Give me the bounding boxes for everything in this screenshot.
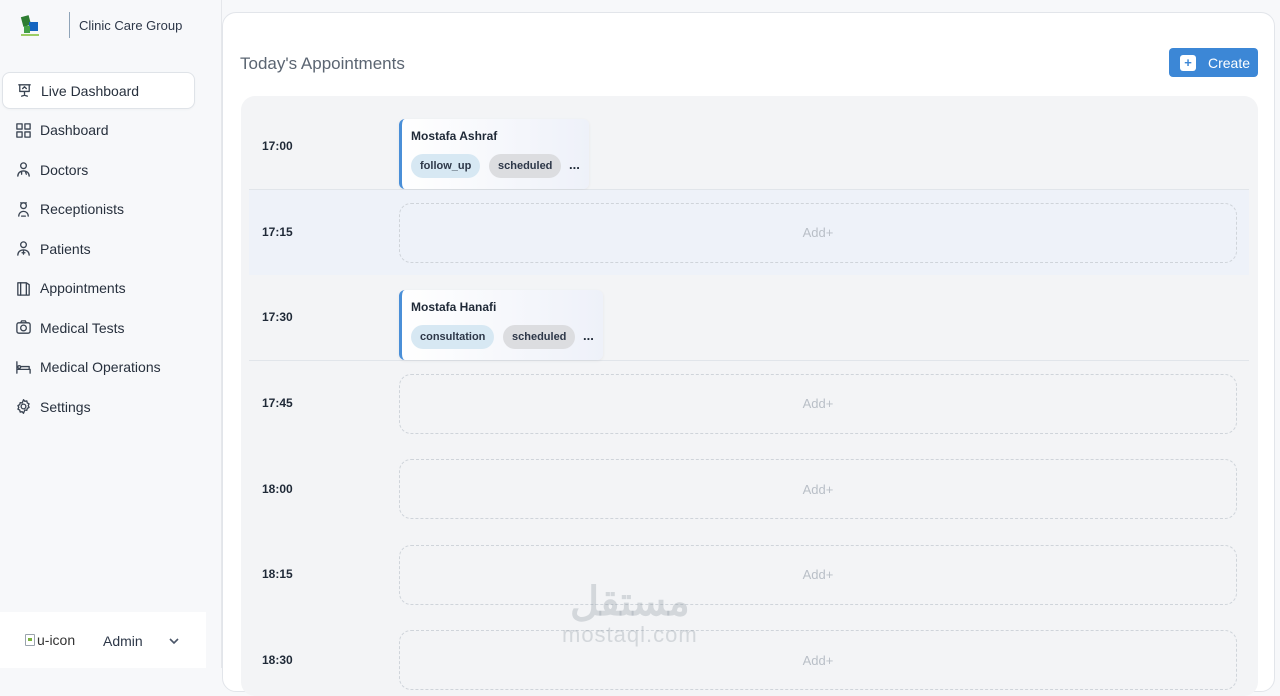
presentation-icon bbox=[15, 82, 33, 100]
sidebar-item-receptionists[interactable]: Receptionists bbox=[0, 191, 222, 228]
more-options-icon[interactable]: ... bbox=[569, 157, 580, 172]
sidebar-item-live-dashboard[interactable]: Live Dashboard bbox=[2, 72, 195, 109]
time-slot: 17:15 Add+ bbox=[249, 189, 1249, 275]
avatar-alt-text: u-icon bbox=[37, 632, 76, 648]
more-options-icon[interactable]: ... bbox=[583, 328, 594, 343]
patient-name: Mostafa Hanafi bbox=[411, 300, 497, 314]
add-appointment-button[interactable]: Add+ bbox=[399, 459, 1237, 519]
grid-icon bbox=[14, 121, 32, 139]
time-slot: 18:15 Add+ bbox=[249, 532, 1249, 618]
gear-icon bbox=[14, 398, 32, 416]
sidebar-item-label: Medical Operations bbox=[40, 359, 161, 375]
time-slot: 17:30 Mostafa Hanafi consultation schedu… bbox=[249, 275, 1249, 361]
status-badge: scheduled bbox=[489, 154, 562, 178]
slot-time: 18:15 bbox=[262, 567, 293, 582]
create-button-label: Create bbox=[1208, 54, 1251, 71]
patient-icon bbox=[14, 240, 32, 258]
sidebar-item-medical-tests[interactable]: Medical Tests bbox=[0, 309, 222, 346]
sidebar-item-label: Doctors bbox=[40, 161, 89, 178]
sidebar-item-appointments[interactable]: Appointments bbox=[0, 270, 222, 307]
clinic-logo-icon bbox=[18, 14, 42, 38]
brand-name: Clinic Care Group bbox=[79, 18, 183, 33]
sidebar-item-settings[interactable]: Settings bbox=[0, 388, 222, 425]
broken-image-icon bbox=[25, 634, 35, 646]
sidebar-item-label: Medical Tests bbox=[40, 319, 125, 336]
user-menu[interactable]: u-icon Admin bbox=[0, 612, 206, 668]
time-slot: 17:45 Add+ bbox=[249, 361, 1249, 447]
sidebar-item-dashboard[interactable]: Dashboard bbox=[0, 112, 222, 149]
appointment-type-badge: consultation bbox=[411, 325, 495, 349]
sidebar-item-label: Live Dashboard bbox=[41, 82, 140, 99]
slot-time: 17:45 bbox=[262, 396, 293, 411]
sidebar-item-label: Settings bbox=[40, 398, 91, 415]
sidebar-item-label: Dashboard bbox=[40, 122, 109, 138]
appointment-card[interactable]: Mostafa Ashraf follow_up scheduled ... bbox=[399, 119, 589, 189]
add-appointment-button[interactable]: Add+ bbox=[399, 373, 1237, 434]
receptionist-icon bbox=[14, 200, 32, 218]
slot-time: 18:00 bbox=[262, 481, 293, 496]
sidebar-item-patients[interactable]: Patients bbox=[0, 230, 222, 267]
plus-icon: + bbox=[1180, 54, 1196, 71]
time-slot: 18:30 Add+ bbox=[249, 617, 1249, 696]
sidebar-item-label: Receptionists bbox=[40, 201, 125, 217]
bed-icon bbox=[14, 358, 32, 376]
sidebar-item-doctors[interactable]: Doctors bbox=[0, 151, 222, 188]
sidebar-item-medical-operations[interactable]: Medical Operations bbox=[0, 349, 222, 386]
sidebar-item-label: Appointments bbox=[40, 280, 126, 296]
add-appointment-button[interactable]: Add+ bbox=[399, 202, 1237, 263]
page-title: Today's Appointments bbox=[240, 54, 405, 73]
create-button[interactable]: + Create bbox=[1169, 48, 1258, 77]
status-badge: scheduled bbox=[503, 325, 576, 349]
appointment-type-badge: follow_up bbox=[411, 154, 481, 178]
appointments-schedule: 17:00 Mostafa Ashraf follow_up scheduled… bbox=[241, 96, 1258, 696]
book-icon bbox=[14, 279, 32, 297]
patient-name: Mostafa Ashraf bbox=[411, 129, 498, 143]
sidebar-nav: Live Dashboard Dashboard Doctors Recepti… bbox=[0, 72, 222, 428]
main-panel: Today's Appointments + Create 17:00 Most… bbox=[222, 12, 1275, 696]
add-appointment-button[interactable]: Add+ bbox=[399, 630, 1237, 690]
sidebar: Clinic Care Group Live Dashboard Dashboa… bbox=[0, 0, 222, 668]
doctor-icon bbox=[14, 161, 32, 179]
slot-time: 17:00 bbox=[262, 139, 293, 154]
slot-time: 17:15 bbox=[262, 225, 293, 240]
test-icon bbox=[14, 319, 32, 337]
add-appointment-button[interactable]: Add+ bbox=[399, 544, 1237, 605]
user-name: Admin bbox=[103, 633, 143, 649]
sidebar-item-label: Patients bbox=[40, 240, 91, 257]
slot-time: 17:30 bbox=[262, 310, 293, 325]
time-slot: 18:00 Add+ bbox=[249, 446, 1249, 532]
time-slot: 17:00 Mostafa Ashraf follow_up scheduled… bbox=[249, 104, 1249, 190]
slot-time: 18:30 bbox=[262, 652, 293, 667]
appointment-card[interactable]: Mostafa Hanafi consultation scheduled ..… bbox=[399, 290, 603, 360]
brand[interactable]: Clinic Care Group bbox=[18, 12, 182, 40]
avatar: u-icon bbox=[25, 632, 75, 648]
chevron-down-icon[interactable] bbox=[167, 634, 181, 648]
brand-divider bbox=[69, 12, 70, 38]
